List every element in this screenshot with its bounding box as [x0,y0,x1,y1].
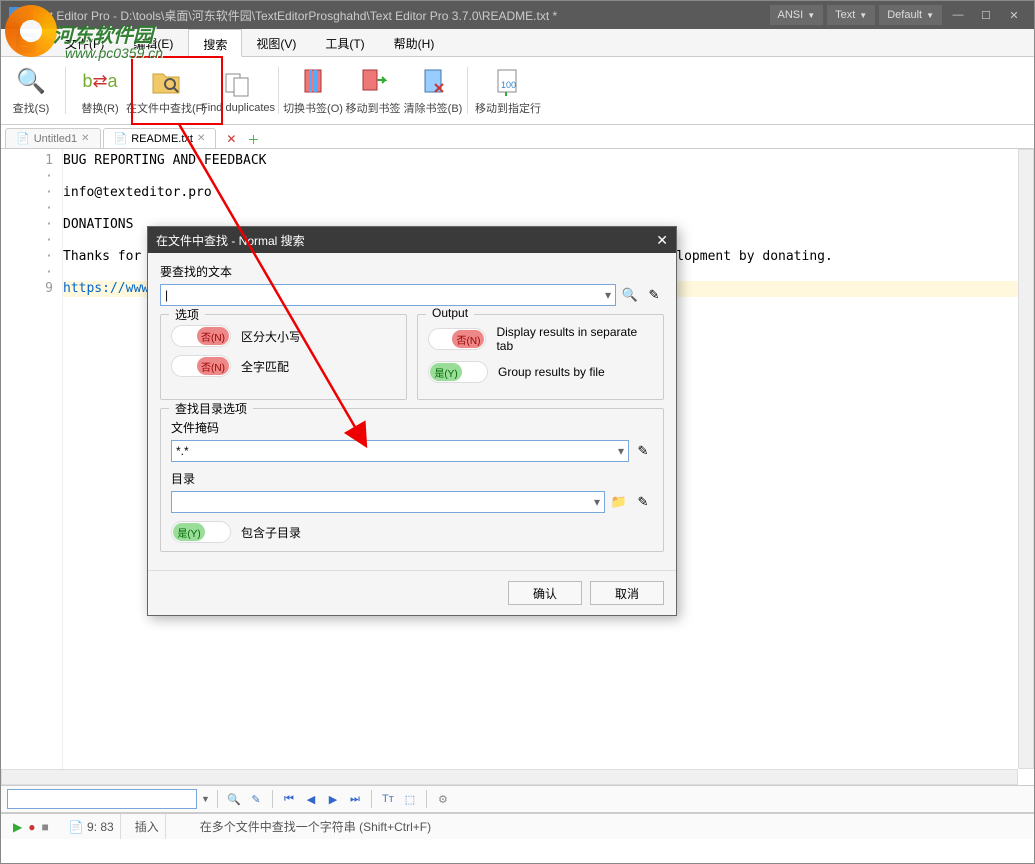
ribbon-find[interactable]: 🔍 查找(S) [1,61,61,120]
insert-mode[interactable]: 插入 [129,814,166,839]
tab-new[interactable]: ＋ [244,130,262,148]
browse-folder-icon[interactable]: 📁 [609,492,629,512]
svg-text:100: 100 [501,80,516,90]
doc-tab-untitled[interactable]: 📄 Untitled1 ✕ [5,128,101,148]
duplicates-icon [222,68,254,100]
close-icon[interactable]: ✕ [81,133,89,144]
ribbon-find-duplicates[interactable]: Find duplicates [202,61,274,120]
ribbon-find-in-files[interactable]: 在文件中查找(F) [130,61,202,120]
tab-file[interactable]: 文件(F) [51,29,119,56]
horizontal-scrollbar[interactable] [1,769,1018,785]
bookmark-icon [297,66,329,98]
search-icon: 🔍 [15,66,47,98]
tab-close-all[interactable]: ✕ [222,130,240,148]
file-mask-input[interactable]: *.* [171,440,629,462]
goto-line-icon: 100 [492,66,524,98]
directory-input[interactable] [171,491,605,513]
file-icon: 📄 [16,132,30,145]
app-menu-icon[interactable] [1,29,51,56]
cursor-position: 9: 83 [87,820,114,834]
next-icon[interactable]: ▶ [324,790,342,808]
page-icon: 📄 [69,820,84,834]
ribbon-goto-bookmark[interactable]: 移动到书签 [343,61,403,120]
edit-dir-icon[interactable]: ✎ [633,492,653,512]
macro-record-icon[interactable]: ● [28,820,35,834]
prev-icon[interactable]: ◀ [302,790,320,808]
ribbon-goto-line[interactable]: 100 移动到指定行 [472,61,544,120]
cancel-button[interactable]: 取消 [590,581,664,605]
include-subdirs-toggle[interactable]: 是(Y) [171,521,231,543]
case-sensitive-toggle[interactable]: 否(N) [171,325,231,347]
ribbon-clear-bookmarks[interactable]: 清除书签(B) [403,61,463,120]
close-icon[interactable]: ✕ [197,133,205,144]
vertical-scrollbar[interactable] [1018,149,1034,769]
output-group: Output 否(N) Display results in separate … [417,314,664,400]
theme-dropdown[interactable]: Default▼ [879,5,942,25]
bookmark-clear-icon [417,66,449,98]
close-button[interactable]: ✕ [1002,5,1026,25]
edit-mask-icon[interactable]: ✎ [633,441,653,461]
ribbon-toggle-bookmark[interactable]: 切换书签(O) [283,61,343,120]
macro-stop-icon[interactable]: ■ [41,820,48,834]
case-icon[interactable]: Tт [379,790,397,808]
ok-button[interactable]: 确认 [508,581,582,605]
whole-word-toggle[interactable]: 否(N) [171,355,231,377]
dialog-titlebar[interactable]: 在文件中查找 - Normal 搜索 ✕ [148,227,676,253]
app-icon [9,7,25,23]
settings-icon[interactable]: ⚙ [434,790,452,808]
ribbon-body: 🔍 查找(S) b⇄a 替换(R) 在文件中查找(F) Find duplica… [1,57,1034,125]
options-group: 选项 否(N) 区分大小写 否(N) 全字匹配 [160,314,407,400]
tab-search[interactable]: 搜索 [188,29,242,57]
search-icon[interactable]: 🔍 [225,790,243,808]
folder-search-icon [150,66,182,98]
bookmark-goto-icon [357,66,389,98]
dialog-close-icon[interactable]: ✕ [656,232,668,249]
edit-icon[interactable]: ✎ [247,790,265,808]
ribbon-tabs: 文件(F) 编辑(E) 搜索 视图(V) 工具(T) 帮助(H) [1,29,1034,57]
tab-view[interactable]: 视图(V) [242,29,311,56]
separate-tab-toggle[interactable]: 否(N) [428,328,486,350]
statusbar: ▶ ● ■ 📄 9: 83 插入 在多个文件中查找一个字符串 (Shift+Ct… [1,813,1034,839]
find-in-files-dialog: 在文件中查找 - Normal 搜索 ✕ 要查找的文本 | 🔍 ✎ 选项 否(N… [147,226,677,616]
document-tabs: 📄 Untitled1 ✕ 📄 README.txt ✕ ✕ ＋ [1,125,1034,149]
window-title: Text Editor Pro - D:\tools\桌面\河东软件园\Text… [31,7,770,24]
search-text-input[interactable]: | [160,284,616,306]
group-by-file-toggle[interactable]: 是(Y) [428,361,488,383]
replace-icon: b⇄a [84,66,116,98]
tab-edit[interactable]: 编辑(E) [119,29,188,56]
minimize-button[interactable]: ― [946,5,970,25]
window-titlebar: Text Editor Pro - D:\tools\桌面\河东软件园\Text… [1,1,1034,29]
highlight-icon[interactable]: ⬚ [401,790,419,808]
maximize-button[interactable]: ☐ [974,5,998,25]
encoding-dropdown[interactable]: ANSI▼ [770,5,824,25]
macro-play-icon[interactable]: ▶ [13,820,22,834]
edit-search-icon[interactable]: ✎ [644,285,664,305]
format-dropdown[interactable]: Text▼ [827,5,875,25]
quick-find-input[interactable] [7,789,197,809]
search-text-label: 要查找的文本 [160,263,664,280]
file-icon: 📄 [114,132,128,145]
find-toolbar: ▼ 🔍 ✎ ⏮ ◀ ▶ ⏭ Tт ⬚ ⚙ [1,785,1034,813]
preview-icon[interactable]: 🔍 [620,285,640,305]
tab-help[interactable]: 帮助(H) [380,29,450,56]
ribbon-replace[interactable]: b⇄a 替换(R) [70,61,130,120]
status-hint: 在多个文件中查找一个字符串 (Shift+Ctrl+F) [194,814,1028,839]
directory-options-group: 查找目录选项 文件掩码 *.* ✎ 目录 📁 ✎ 是(Y) 包含子目录 [160,408,664,552]
first-icon[interactable]: ⏮ [280,790,298,808]
tab-tools[interactable]: 工具(T) [311,29,379,56]
last-icon[interactable]: ⏭ [346,790,364,808]
doc-tab-readme[interactable]: 📄 README.txt ✕ [103,128,217,148]
